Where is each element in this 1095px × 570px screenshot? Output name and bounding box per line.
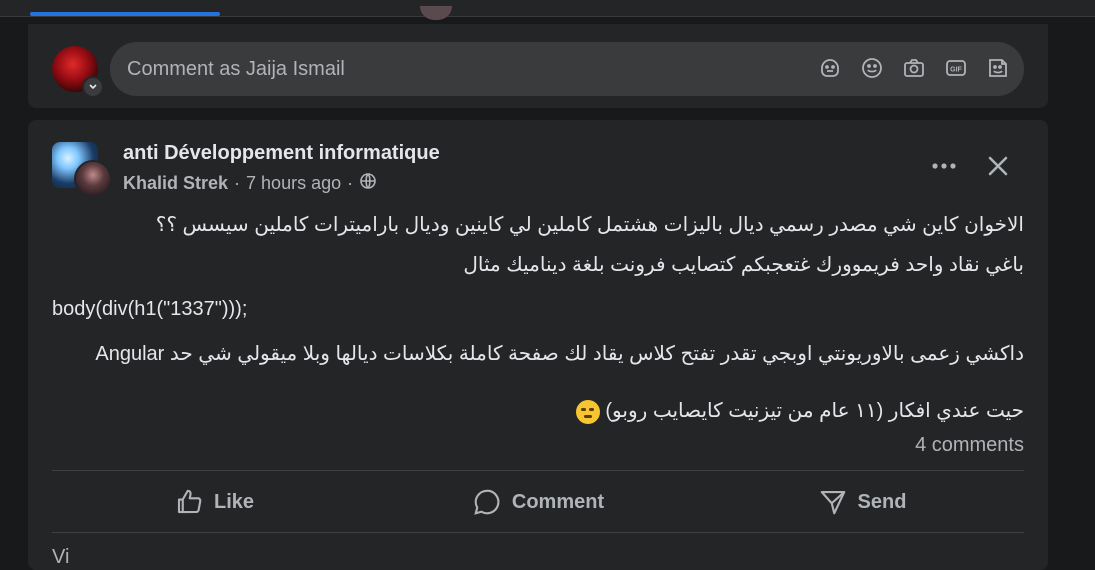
- comment-button[interactable]: Comment: [376, 474, 700, 530]
- comment-composer: Comment as Jaija Ismail GIF: [28, 24, 1048, 108]
- camera-icon[interactable]: [900, 54, 928, 82]
- meta-separator: ·: [234, 173, 241, 193]
- sticker-icon[interactable]: [984, 54, 1012, 82]
- comment-tools: GIF: [816, 54, 1012, 82]
- divider: [52, 532, 1024, 533]
- post-card: anti Développement informatique Khalid S…: [28, 120, 1048, 570]
- post-text-line: الاخوان كاين شي مصدر رسمي ديال باليزات ه…: [155, 214, 1024, 236]
- post-actions: Like Comment Send: [52, 474, 1024, 530]
- reaction-avatar-partial: [420, 6, 452, 20]
- globe-icon: [359, 172, 377, 195]
- comment-placeholder: Comment as Jaija Ismail: [127, 58, 345, 80]
- like-button[interactable]: Like: [52, 474, 376, 530]
- send-button[interactable]: Send: [700, 474, 1024, 530]
- post-text-line: حيت عندي افكار (١١ عام من تيزنيت كايصايب…: [605, 400, 1024, 422]
- chevron-down-icon[interactable]: [82, 76, 104, 98]
- like-label: Like: [213, 490, 255, 513]
- comment-label: Comment: [511, 490, 605, 513]
- comment-icon: [474, 489, 500, 515]
- post-text-line: باغي نقاد واحد فريموورك غتعجبكم كتصايب ف…: [463, 254, 1024, 276]
- post-meta: Khalid Strek · 7 hours ago ·: [123, 172, 377, 195]
- comments-count[interactable]: 4 comments: [915, 434, 1024, 457]
- like-icon: [177, 489, 202, 514]
- send-icon: [820, 490, 845, 515]
- smirk-emoji-icon: [575, 399, 600, 424]
- group-name[interactable]: anti Développement informatique: [123, 142, 440, 165]
- more-options-button[interactable]: [926, 148, 962, 184]
- emoji-icon[interactable]: [858, 54, 886, 82]
- post-text-line-with-emoji: حيت عندي افكار (١١ عام من تيزنيت كايصايب…: [52, 398, 1024, 424]
- post-text-line: داكشي زعمى بالاوريونتي اوبجي تقدر تفتح ك…: [95, 343, 1024, 365]
- avatar[interactable]: [74, 160, 112, 198]
- send-label: Send: [857, 490, 907, 513]
- svg-text:GIF: GIF: [950, 67, 962, 74]
- tab-indicator: [30, 12, 220, 16]
- gif-icon[interactable]: GIF: [942, 54, 970, 82]
- post-time[interactable]: 7 hours ago: [246, 173, 341, 194]
- top-strip: [0, 0, 1095, 20]
- avatar-sticker-icon[interactable]: [816, 54, 844, 82]
- comment-input[interactable]: Comment as Jaija Ismail GIF: [110, 42, 1024, 96]
- meta-separator: ·: [347, 173, 354, 193]
- author-name[interactable]: Khalid Strek: [123, 173, 228, 194]
- post-code-line: body(div(h1("1337")));: [52, 298, 248, 320]
- close-button[interactable]: [978, 146, 1018, 186]
- divider: [52, 470, 1024, 471]
